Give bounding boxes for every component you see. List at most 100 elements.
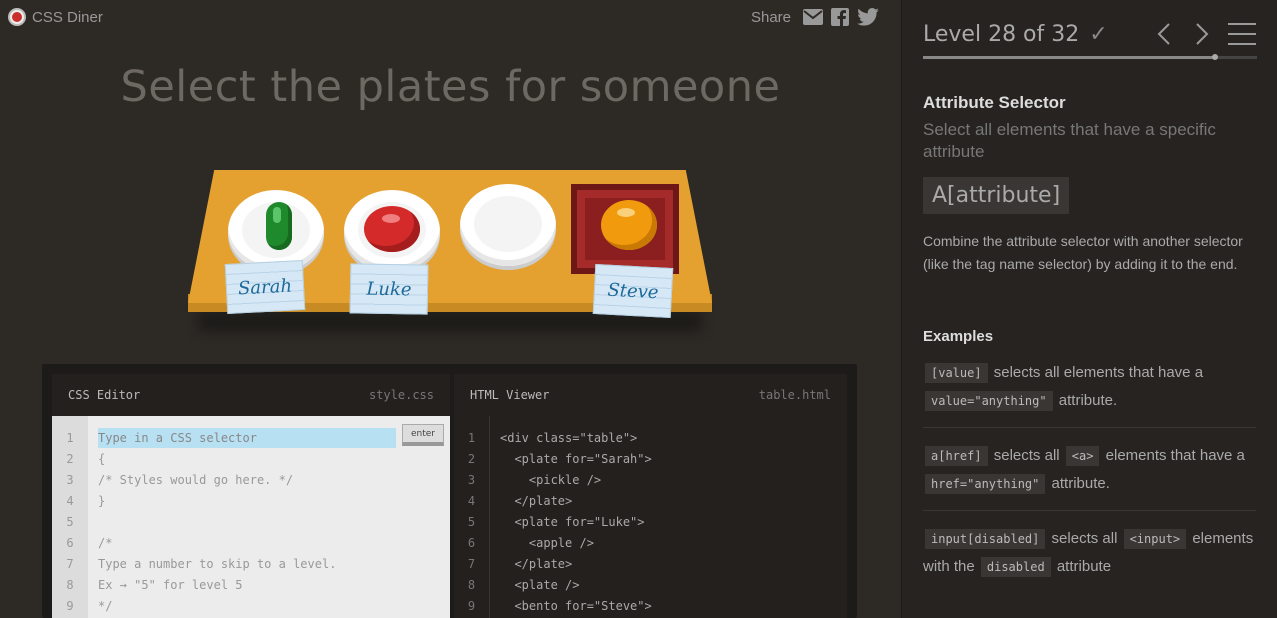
code-line: { [98, 452, 106, 466]
example-text: selects all [993, 447, 1060, 464]
plate-sarah[interactable] [228, 190, 324, 272]
next-level-button[interactable] [1190, 19, 1214, 49]
line-number: 4 [66, 494, 74, 508]
selector-hint: Combine the attribute selector with anot… [923, 233, 1243, 272]
line-number: 2 [66, 452, 74, 466]
example-text: attribute. [1051, 475, 1110, 492]
line-number: 2 [467, 452, 476, 466]
game-area: CSS Diner Share Select the plates for so… [0, 0, 901, 618]
email-icon[interactable] [803, 9, 823, 25]
example-code: a[href] [925, 446, 988, 466]
example-code: input[disabled] [925, 529, 1046, 549]
example-code: href="anything" [925, 474, 1046, 494]
orange[interactable] [601, 200, 657, 250]
code-line: /* [98, 536, 113, 550]
code-line: <div class="table"> [500, 431, 638, 445]
code-line: <bento for="Steve"> [500, 599, 652, 613]
level-nav [1152, 19, 1256, 49]
code-line: <plate /> [500, 578, 580, 592]
line-number: 6 [467, 536, 476, 550]
html-viewer-title: HTML Viewer [470, 388, 550, 402]
pickle[interactable] [266, 202, 292, 250]
line-number: 9 [66, 599, 74, 613]
example-text: attribute [1056, 558, 1112, 575]
level-instruction: Select the plates for someone [120, 62, 781, 112]
selector-syntax: A[attribute] [923, 177, 1070, 214]
css-editor-body: 1 2 3 4 5 6 7 8 9 {/* Styles would go here. */} /… [52, 416, 450, 618]
facebook-icon[interactable] [831, 8, 849, 26]
code-line: } [98, 494, 106, 508]
bento-steve[interactable] [571, 184, 679, 274]
line-number: 8 [66, 578, 74, 592]
example-text: selects all [1051, 530, 1118, 547]
sidebar: Level 28 of 32 ✓ Attribute Selector Sele… [901, 0, 1277, 618]
level-label[interactable]: Level 28 of 32 [923, 22, 1079, 47]
code-line: */ [98, 599, 113, 613]
examples-title: Examples [923, 328, 994, 345]
app-title: CSS Diner [32, 8, 103, 26]
level-header: Level 28 of 32 ✓ [923, 0, 1256, 64]
plate-luke[interactable] [344, 190, 440, 272]
chevron-right-icon [1196, 23, 1209, 45]
example-text: attribute. [1058, 392, 1118, 409]
share-label: Share [750, 8, 791, 26]
table: Sarah Luke Steve [188, 170, 712, 340]
example-code: [value] [925, 363, 988, 383]
example-text: selects all elements that have a [993, 364, 1204, 381]
previous-level-button[interactable] [1152, 19, 1176, 49]
code-line: </plate> [500, 494, 573, 508]
share-bar: Share [751, 8, 879, 26]
line-number: 4 [467, 494, 476, 508]
css-editor-header: CSS Editor style.css [52, 374, 450, 416]
code-line: Type a number to skip to a level. [98, 557, 337, 571]
code-line: <plate for="Luke"> [500, 515, 645, 529]
app-logo[interactable]: CSS Diner [8, 8, 103, 26]
hamburger-menu-icon [1228, 23, 1256, 45]
example-item: input[disabled] selects all <input> elem… [923, 511, 1256, 593]
selector-title: Select all elements that have a specific… [923, 120, 1216, 161]
example-item: a[href] selects all <a> elements that ha… [923, 428, 1256, 511]
line-number: 1 [467, 431, 476, 445]
twitter-icon[interactable] [857, 8, 879, 26]
css-editor-title: CSS Editor [68, 388, 141, 402]
code-line: </plate> [500, 557, 573, 571]
line-number: 6 [66, 536, 74, 550]
apple[interactable] [364, 206, 420, 252]
html-code-lines: <div class="table"> <plate for="Sarah"> … [490, 416, 847, 618]
enter-button[interactable]: enter [402, 424, 444, 446]
plate-logo-icon [8, 8, 26, 26]
level-menu-button[interactable] [1228, 19, 1256, 49]
css-editor-filename: style.css [368, 388, 434, 402]
code-line: <plate for="Sarah"> [500, 452, 652, 466]
editor-panel: CSS Editor style.css 1 2 3 4 5 6 7 8 9 {/* Style… [42, 364, 857, 618]
html-viewer-filename: table.html [758, 388, 831, 402]
line-number: 7 [467, 557, 476, 571]
name-tag-luke: Luke [349, 263, 429, 315]
name-tag-sarah: Sarah [224, 259, 306, 315]
code-line: Ex → "5" for level 5 [98, 578, 243, 592]
line-number: 9 [467, 599, 476, 613]
example-code: <a> [1065, 446, 1100, 466]
example-item: [value] selects all elements that have a… [923, 345, 1256, 428]
css-selector-input[interactable] [98, 428, 396, 448]
css-code-lines: {/* Styles would go here. */} /* Type a nu… [88, 416, 450, 618]
level-progress-bar [923, 54, 1257, 60]
css-editor: CSS Editor style.css 1 2 3 4 5 6 7 8 9 {/* Style… [52, 374, 450, 618]
name-tag-steve: Steve [592, 263, 674, 319]
css-line-numbers: 1 2 3 4 5 6 7 8 9 [52, 416, 88, 618]
code-line: <apple /> [500, 536, 594, 550]
selector-name: Attribute Selector [923, 93, 1066, 112]
example-code: disabled [980, 557, 1051, 577]
checkmark-icon: ✓ [1089, 21, 1108, 46]
html-viewer: HTML Viewer table.html 1 2 3 4 5 6 7 8 9 <div cl… [454, 374, 847, 618]
line-number: 5 [66, 515, 74, 529]
html-viewer-body: 1 2 3 4 5 6 7 8 9 <div class="table"> <plate for… [454, 416, 847, 618]
example-code: value="anything" [925, 391, 1053, 411]
html-viewer-header: HTML Viewer table.html [454, 374, 847, 416]
example-code: <input> [1123, 529, 1187, 549]
plate-empty[interactable] [460, 184, 556, 266]
html-line-numbers: 1 2 3 4 5 6 7 8 9 [454, 416, 490, 618]
line-number: 8 [467, 578, 476, 592]
level-progress-fill [923, 56, 1216, 59]
chevron-left-icon [1157, 23, 1170, 45]
